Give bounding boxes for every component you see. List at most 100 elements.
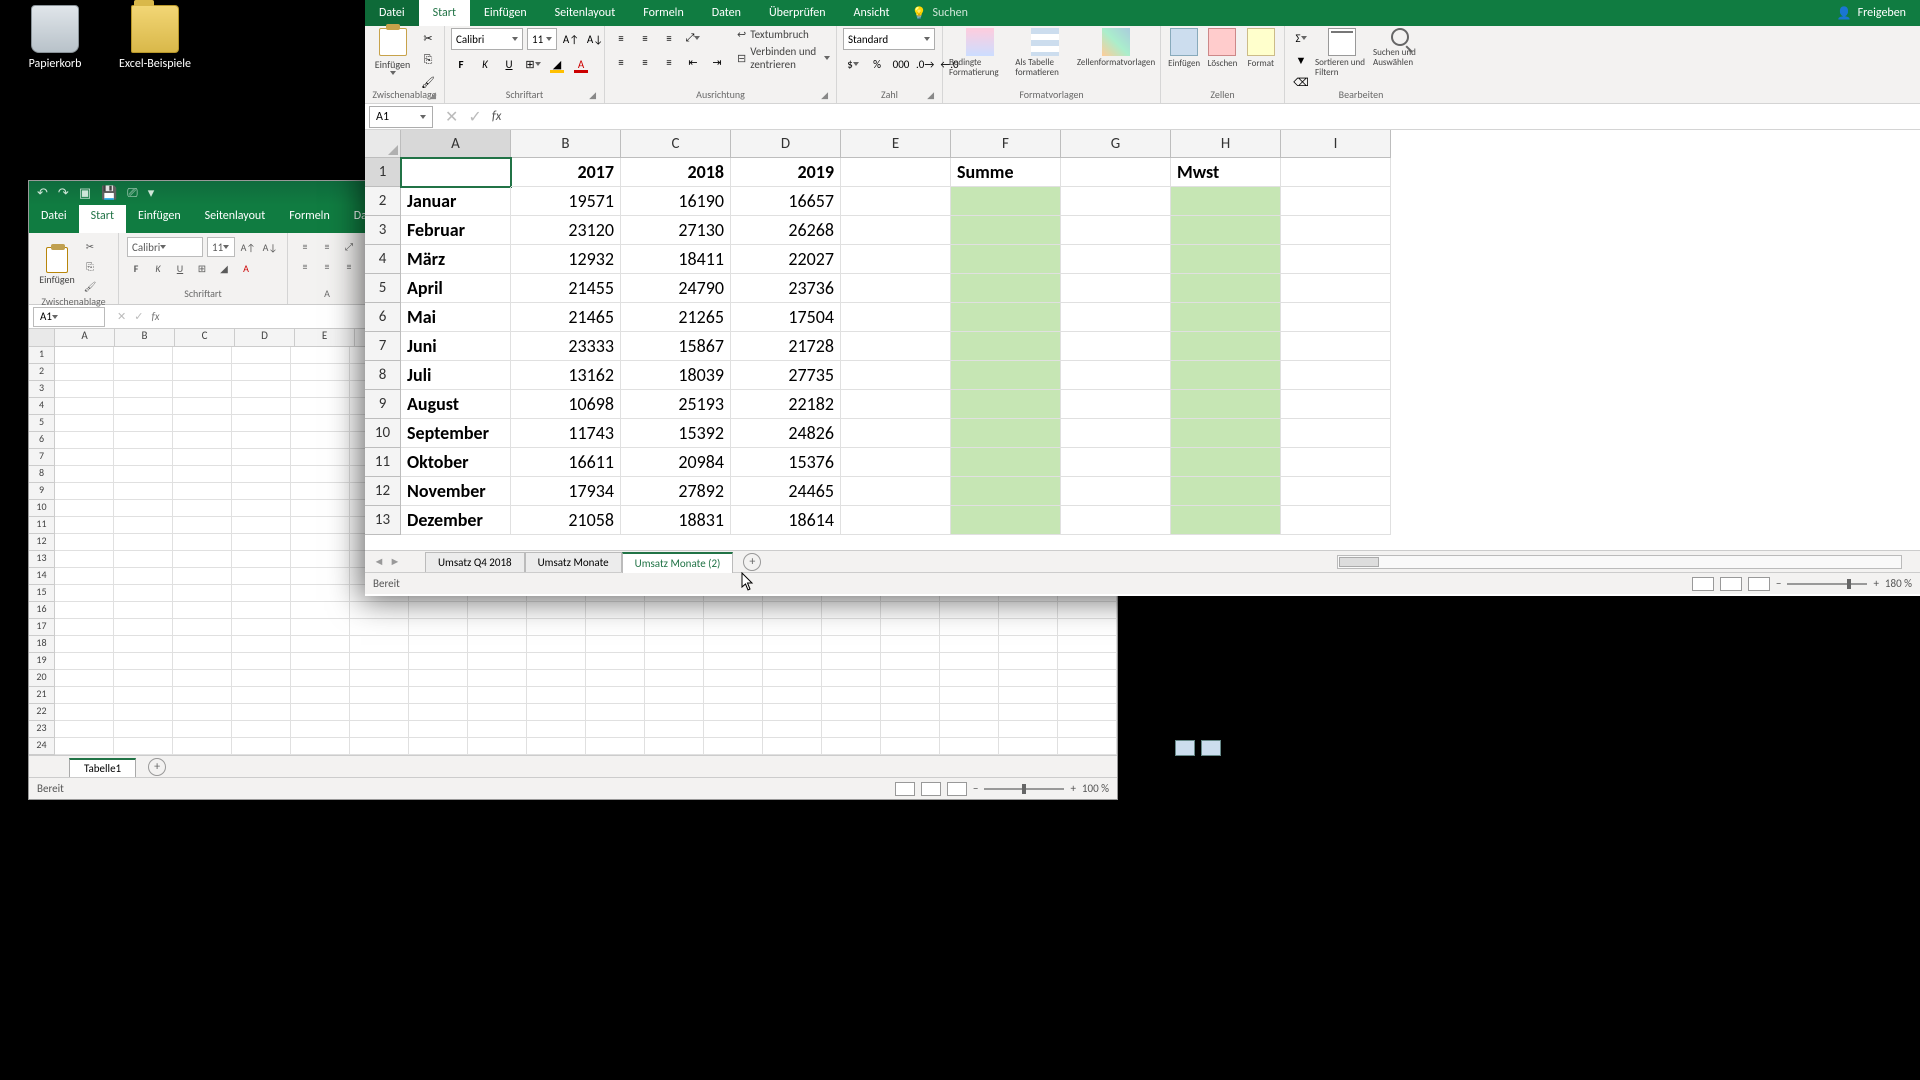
cell-C11[interactable]: 20984 [621,448,731,477]
cell-A9[interactable]: August [401,390,511,419]
cell-F6[interactable] [951,303,1061,332]
cell-D5[interactable]: 23736 [731,274,841,303]
cell-D3[interactable]: 26268 [731,216,841,245]
fg-cells-area[interactable]: 201720182019SummeMwstJanuar1957116190166… [401,158,1920,550]
fg-row-header-10[interactable]: 10 [365,419,401,448]
fg-delete-cells-button[interactable]: Löschen [1205,28,1239,69]
cell-I8[interactable] [1281,361,1391,390]
bg-borders-button[interactable]: ⊞ [193,259,211,277]
fg-row-header-12[interactable]: 12 [365,477,401,506]
fg-fill-button[interactable]: ▼ [1291,50,1311,70]
fg-align-left[interactable]: ≡ [611,52,631,72]
bg-shrink-font[interactable]: A↓ [261,238,279,256]
fg-zoom-slider[interactable] [1787,583,1867,585]
bg-tab-seitenlayout[interactable]: Seitenlayout [193,205,278,233]
bg-bold-button[interactable]: F [127,259,145,277]
bg-grow-font[interactable]: A↑ [239,238,257,256]
bg-zoom-slider[interactable] [984,788,1064,790]
cell-H9[interactable] [1171,390,1281,419]
cell-E2[interactable] [841,187,951,216]
bg-sheet-tab[interactable]: Tabelle1 [69,758,136,777]
fg-share-button[interactable]: 👤 Freigeben [1823,0,1920,26]
fg-autosum-button[interactable]: Σ [1291,28,1311,48]
cell-E11[interactable] [841,448,951,477]
cell-D8[interactable]: 27735 [731,361,841,390]
fg-row-header-11[interactable]: 11 [365,448,401,477]
fg-name-box[interactable]: A1 [369,106,433,128]
fg-align-center[interactable]: ≡ [635,52,655,72]
cell-D13[interactable]: 18614 [731,506,841,535]
fg-borders-button[interactable]: ⊞ [523,54,543,74]
cell-A2[interactable]: Januar [401,187,511,216]
undo-icon[interactable]: ↶ [37,186,48,201]
cell-E1[interactable] [841,158,951,187]
cell-H2[interactable] [1171,187,1281,216]
bg-align-mid[interactable]: ≡ [318,237,336,255]
cell-B13[interactable]: 21058 [511,506,621,535]
fg-col-header-H[interactable]: H [1171,130,1281,158]
fg-sheet-tab-3[interactable]: Umsatz Monate (2) [622,552,734,573]
fg-sheet-nav-next[interactable]: ► [387,555,403,568]
bg-font-size[interactable]: 11 [207,237,235,257]
cell-A10[interactable]: September [401,419,511,448]
cell-B6[interactable]: 21465 [511,303,621,332]
fg-font-size-dropdown[interactable]: 11 [527,28,557,50]
cell-E8[interactable] [841,361,951,390]
desktop-folder-excel-examples[interactable]: Excel-Beispiele [115,5,195,71]
cell-E10[interactable] [841,419,951,448]
panel-icon-2[interactable] [1201,740,1221,756]
cell-C8[interactable]: 18039 [621,361,731,390]
cell-A7[interactable]: Juni [401,332,511,361]
fg-col-header-A[interactable]: A [401,130,511,158]
bg-font-color-button[interactable]: A [237,259,255,277]
fg-accounting-button[interactable]: $ [843,54,863,74]
floating-panel-icons[interactable] [1175,740,1221,756]
cell-A4[interactable]: März [401,245,511,274]
fg-sheet-tab-1[interactable]: Umsatz Q4 2018 [425,552,525,572]
dialog-launcher-icon[interactable]: ◢ [589,90,596,101]
cell-I9[interactable] [1281,390,1391,419]
fg-format-as-table-button[interactable]: Als Tabelle formatieren [1015,28,1074,78]
dialog-launcher-icon[interactable]: ◢ [927,90,934,101]
fg-row-header-1[interactable]: 1 [365,158,401,187]
cell-F10[interactable] [951,419,1061,448]
fg-col-header-E[interactable]: E [841,130,951,158]
bg-fx-label[interactable]: fx [151,310,159,323]
fg-tab-einfuegen[interactable]: Einfügen [470,0,541,26]
fg-col-header-G[interactable]: G [1061,130,1171,158]
fg-zoom-value[interactable]: 180 % [1885,577,1912,590]
bg-fill-color-button[interactable]: ◢ [215,259,233,277]
fg-sort-filter-button[interactable]: Sortieren und Filtern [1315,28,1369,78]
fg-view-pagebreak[interactable] [1748,577,1770,591]
cell-E9[interactable] [841,390,951,419]
cell-H6[interactable] [1171,303,1281,332]
cell-H1[interactable]: Mwst [1171,158,1281,187]
cell-G13[interactable] [1061,506,1171,535]
cell-F13[interactable] [951,506,1061,535]
cell-F11[interactable] [951,448,1061,477]
cell-D11[interactable]: 15376 [731,448,841,477]
cell-H11[interactable] [1171,448,1281,477]
fg-formula-input[interactable] [511,109,1912,124]
bg-align-left[interactable]: ≡ [296,257,314,275]
cell-A6[interactable]: Mai [401,303,511,332]
bg-name-box[interactable]: A1 [33,307,105,327]
bg-tab-datei[interactable]: Datei [29,205,79,233]
cell-E6[interactable] [841,303,951,332]
cell-C4[interactable]: 18411 [621,245,731,274]
fg-view-pagelayout[interactable] [1720,577,1742,591]
bg-select-all[interactable] [29,329,55,347]
bg-tab-start[interactable]: Start [79,205,126,233]
cell-B5[interactable]: 21455 [511,274,621,303]
cell-D1[interactable]: 2019 [731,158,841,187]
cell-C13[interactable]: 18831 [621,506,731,535]
cell-B10[interactable]: 11743 [511,419,621,448]
qat-more-icon[interactable]: ▾ [148,186,155,201]
desktop-recycle-bin[interactable]: Papierkorb [15,5,95,71]
fg-italic-button[interactable]: K [475,54,495,74]
cell-I2[interactable] [1281,187,1391,216]
fg-wrap-text-button[interactable]: ↩Textumbruch [737,28,830,41]
bg-paste-button[interactable]: Einfügen [37,243,77,289]
cell-F5[interactable] [951,274,1061,303]
fg-find-select-button[interactable]: Suchen und Auswählen [1373,28,1427,68]
